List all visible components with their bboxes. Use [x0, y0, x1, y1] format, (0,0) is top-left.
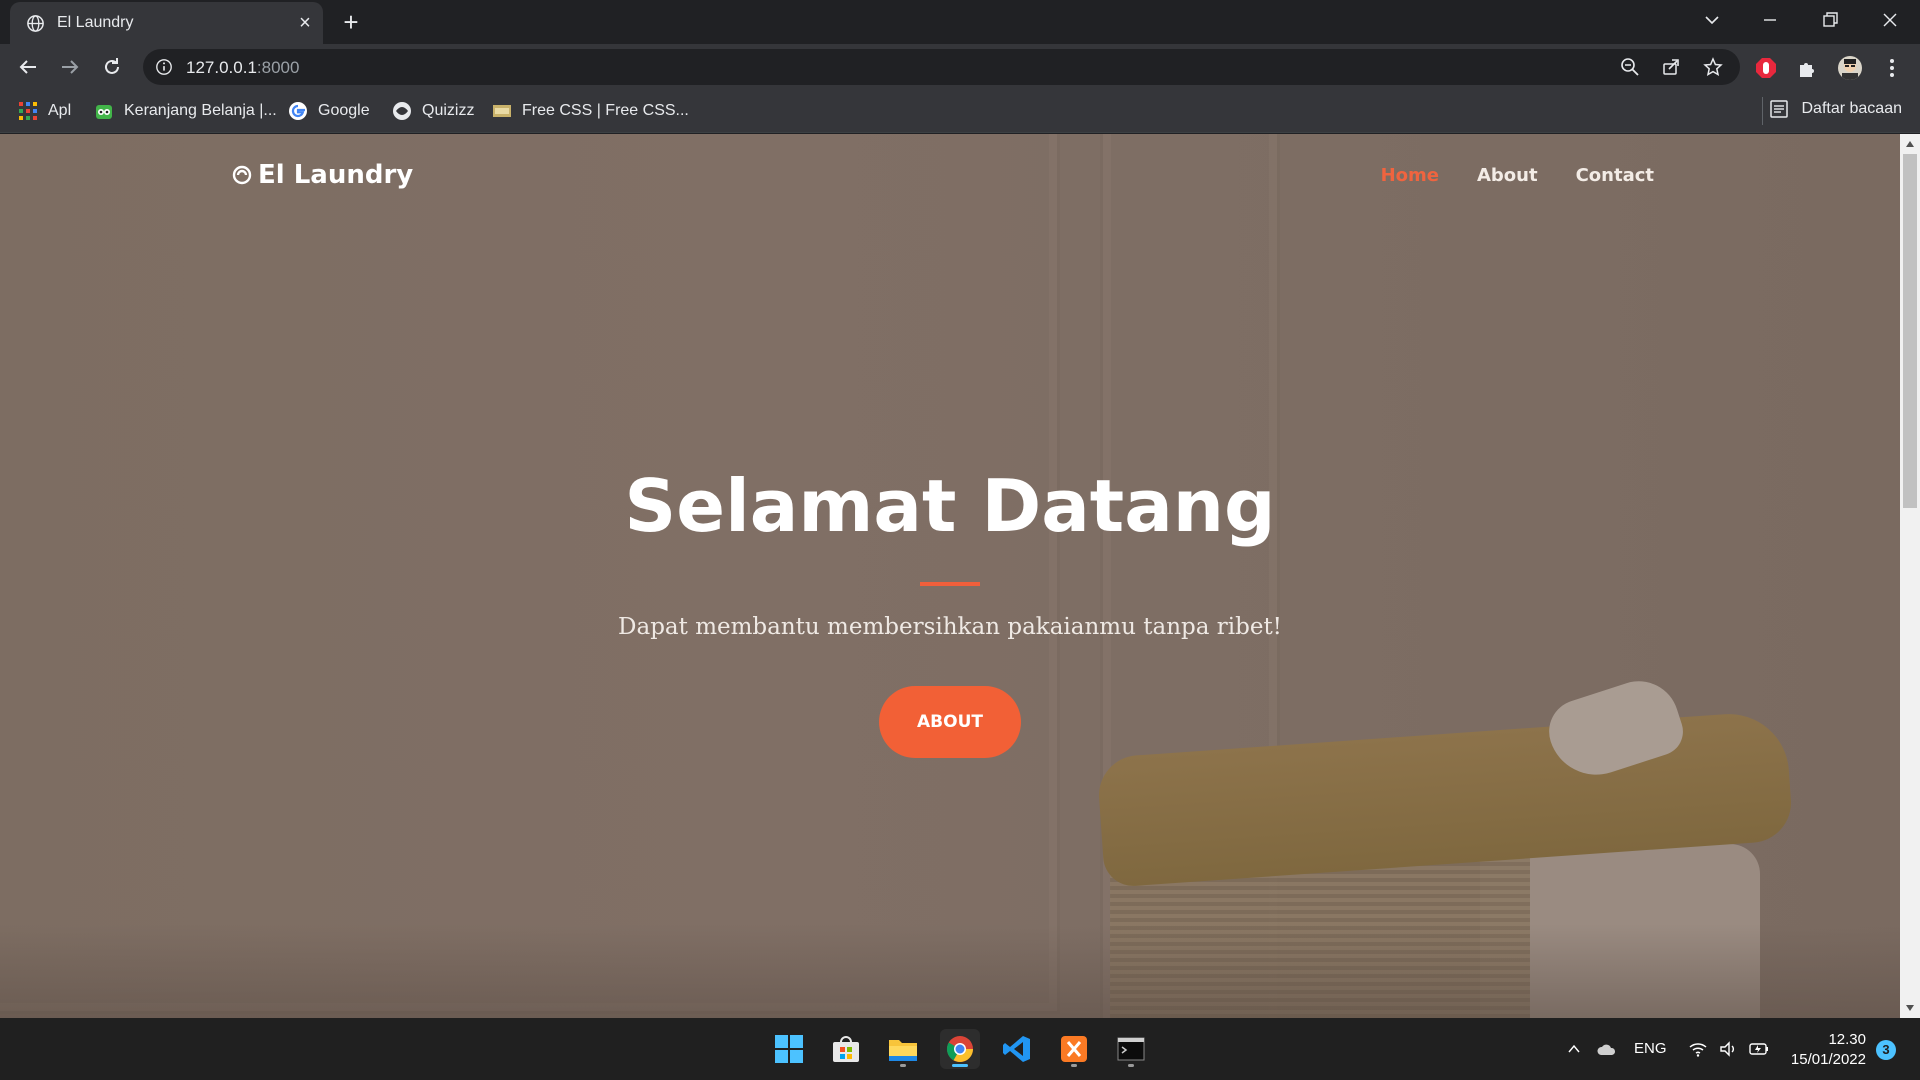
bookmark-label: Apl [48, 102, 72, 119]
vscode-icon [1003, 1036, 1030, 1062]
quizizz-icon [393, 102, 411, 120]
apps-grid-icon [19, 102, 37, 120]
reading-list-label: Daftar bacaan [1801, 100, 1902, 117]
extensions-puzzle-icon[interactable] [1796, 56, 1820, 80]
windows-logo-icon [775, 1035, 803, 1063]
microsoft-store-icon [833, 1036, 859, 1062]
site-info-icon[interactable] [155, 58, 173, 76]
active-indicator [952, 1064, 968, 1067]
url-host: 127.0.0.1 [186, 58, 257, 77]
page-scrollbar[interactable] [1900, 134, 1920, 1018]
minimize-icon[interactable] [1758, 8, 1782, 32]
taskbar-store[interactable] [826, 1029, 866, 1069]
tab-title: El Laundry [57, 14, 134, 31]
profile-avatar[interactable] [1838, 56, 1862, 80]
adblock-extension-icon[interactable] [1754, 56, 1778, 80]
tokopedia-icon [96, 105, 112, 119]
new-tab-icon[interactable]: + [338, 9, 364, 35]
site-nav: Home About Contact [1381, 165, 1654, 186]
google-icon [289, 102, 307, 120]
freecss-icon [493, 105, 511, 117]
hero-subtitle: Dapat membantu membersihkan pakaianmu ta… [618, 614, 1282, 640]
back-arrow-icon[interactable] [16, 55, 40, 79]
bookmarks-divider [1762, 97, 1763, 125]
taskbar-xampp[interactable] [1054, 1029, 1094, 1069]
scroll-down-icon[interactable] [1905, 1003, 1915, 1013]
folder-icon [889, 1040, 917, 1061]
bookmarks-bar: Apl Keranjang Belanja |... Google Quiziz… [0, 90, 1920, 133]
bookmark-google[interactable]: Google [288, 99, 370, 123]
nav-contact[interactable]: Contact [1576, 165, 1654, 186]
volume-icon[interactable] [1718, 1039, 1738, 1059]
taskbar-terminal[interactable] [1111, 1029, 1151, 1069]
url-port: :8000 [256, 58, 300, 77]
site-logo[interactable]: El Laundry [232, 160, 413, 190]
system-clock[interactable]: 12.30 15/01/2022 [1786, 1030, 1866, 1070]
scroll-up-icon[interactable] [1905, 139, 1915, 149]
windows-taskbar: ENG 12.30 15/01/2022 3 [0, 1018, 1920, 1080]
nav-home[interactable]: Home [1381, 165, 1439, 186]
terminal-icon [1117, 1037, 1145, 1061]
washing-machine-icon [232, 165, 252, 185]
tab-search-icon[interactable] [1700, 8, 1724, 32]
bookmark-apps[interactable]: Apl [18, 99, 71, 123]
bookmark-quizizz[interactable]: Quizizz [392, 99, 474, 123]
bookmark-label: Free CSS | Free CSS... [522, 102, 689, 119]
address-bar[interactable]: 127.0.0.1:8000 [143, 49, 1740, 85]
site-header: El Laundry Home About Contact [0, 134, 1900, 214]
battery-icon[interactable] [1748, 1039, 1770, 1059]
chrome-icon [946, 1036, 974, 1063]
window-close-icon[interactable] [1878, 8, 1902, 32]
browser-tab[interactable]: El Laundry × [10, 2, 323, 44]
about-button[interactable]: ABOUT [879, 686, 1021, 758]
bookmark-freecss[interactable]: Free CSS | Free CSS... [492, 99, 689, 123]
bookmark-tokopedia[interactable]: Keranjang Belanja |... [94, 99, 277, 123]
logo-text: El Laundry [258, 160, 414, 190]
bookmark-label: Keranjang Belanja |... [124, 102, 277, 119]
onedrive-icon[interactable] [1596, 1039, 1618, 1059]
taskbar-file-explorer[interactable] [883, 1029, 923, 1069]
floor-shadow [0, 924, 1900, 1018]
bookmark-star-icon[interactable] [1703, 57, 1723, 77]
browser-titlebar: El Laundry × + [0, 0, 1920, 44]
wifi-icon[interactable] [1688, 1039, 1708, 1059]
clock-date: 15/01/2022 [1790, 1051, 1866, 1068]
browser-toolbar: 127.0.0.1:8000 [0, 44, 1920, 90]
hero-divider [920, 582, 980, 586]
bookmark-label: Google [318, 102, 370, 119]
restore-icon[interactable] [1818, 8, 1842, 32]
zoom-icon[interactable] [1620, 57, 1640, 77]
running-indicator [1071, 1064, 1077, 1067]
taskbar-vscode[interactable] [997, 1029, 1037, 1069]
share-icon[interactable] [1661, 57, 1681, 77]
reading-list-icon [1770, 100, 1789, 118]
notification-badge[interactable]: 3 [1876, 1040, 1896, 1060]
reading-list-button[interactable]: Daftar bacaan [1769, 99, 1902, 119]
page-viewport: El Laundry Home About Contact Selamat Da… [0, 134, 1900, 1018]
reload-icon[interactable] [100, 55, 124, 79]
running-indicator [1128, 1064, 1134, 1067]
bookmark-label: Quizizz [422, 102, 475, 119]
chevron-up-icon[interactable] [1566, 1041, 1582, 1057]
taskbar-chrome[interactable] [940, 1029, 980, 1069]
hero-title: Selamat Datang [624, 464, 1276, 548]
forward-arrow-icon[interactable] [58, 55, 82, 79]
url-text: 127.0.0.1:8000 [186, 58, 299, 78]
running-indicator [900, 1064, 906, 1067]
scrollbar-thumb[interactable] [1903, 154, 1917, 508]
clock-time: 12.30 [1828, 1031, 1866, 1048]
close-tab-icon[interactable]: × [295, 13, 315, 33]
globe-icon [27, 15, 44, 32]
language-indicator[interactable]: ENG [1634, 1040, 1667, 1057]
start-button[interactable] [769, 1029, 809, 1069]
nav-about[interactable]: About [1477, 165, 1538, 186]
more-menu-icon[interactable] [1880, 56, 1904, 80]
hero-section: Selamat Datang Dapat membantu membersihk… [0, 464, 1900, 758]
xampp-icon [1061, 1036, 1087, 1062]
